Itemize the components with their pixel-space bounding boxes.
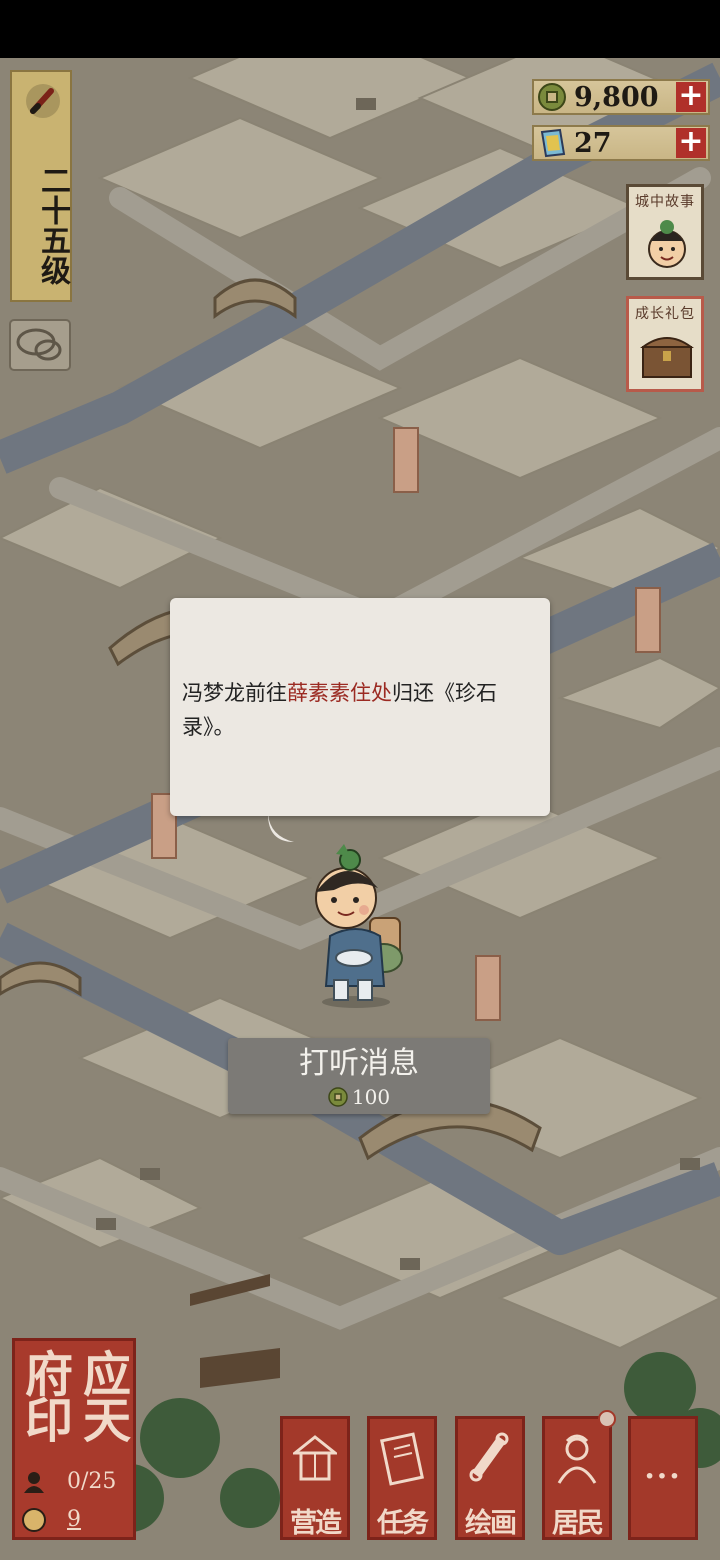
seal-count-row: 9 [21, 1505, 133, 1535]
build-label: 营造 [290, 1508, 342, 1539]
dialog-text: 冯梦龙前往薛素素住处归还《珍石录》。 [182, 676, 538, 744]
residents-label: 居民 [552, 1508, 604, 1539]
city-story-label: 城中故事 [635, 194, 695, 210]
add-coins-button[interactable]: + [676, 81, 706, 112]
inquire-cost: 100 [228, 1084, 490, 1110]
tasks-label: 任务 [377, 1508, 429, 1539]
face-icon [22, 1508, 46, 1532]
tasks-button[interactable]: 任务 [367, 1416, 437, 1540]
inquire-cost-value: 100 [351, 1085, 391, 1109]
yingtian-seal[interactable]: 应天府印 0/25 9 [12, 1338, 136, 1540]
seal-count-value: 9 [67, 1507, 81, 1532]
level-text: 二十五级 [35, 165, 70, 285]
coin-balance: 9,800 + [532, 79, 710, 115]
treasure-chest-icon [639, 337, 695, 378]
scroll-icon [469, 1432, 509, 1482]
pavilion-icon [293, 1435, 337, 1481]
inquire-news-button[interactable]: 打听消息 100 [228, 1038, 490, 1114]
boy-face-icon [648, 220, 686, 268]
book-icon [380, 1432, 424, 1486]
coin-value: 9,800 [574, 82, 659, 113]
city-story-button[interactable]: 城中故事 [626, 184, 704, 280]
residents-button[interactable]: 居民 [542, 1416, 612, 1540]
notification-dot [598, 1410, 616, 1428]
status-bar [0, 0, 720, 58]
resident-icon [24, 1472, 44, 1493]
chat-icon[interactable] [8, 318, 72, 372]
seal-residents-row: 0/25 [21, 1467, 133, 1497]
copper-coin-icon [538, 83, 566, 111]
dialog-bubble: 冯梦龙前往薛素素住处归还《珍石录》。 [170, 598, 550, 816]
card-balance: 27 + [532, 125, 710, 161]
level-banner[interactable]: 二十五级 [10, 70, 72, 302]
card-value: 27 [574, 128, 612, 159]
paint-button[interactable]: 绘画 [455, 1416, 525, 1540]
more-button[interactable]: ··· [628, 1416, 698, 1540]
growth-gift-button[interactable]: 成长礼包 [626, 296, 704, 392]
dialog-text-before: 冯梦龙前往 [182, 681, 287, 705]
add-cards-button[interactable]: + [676, 127, 706, 158]
dialog-location-highlight: 薛素素住处 [287, 681, 392, 705]
resident-portrait-icon [557, 1434, 597, 1484]
bubble-tail [268, 814, 294, 842]
brush-icon [26, 84, 60, 118]
seal-title: 应天府印 [16, 1349, 130, 1441]
scholar-character[interactable] [296, 840, 416, 1010]
inquire-title: 打听消息 [299, 1046, 419, 1081]
paint-label: 绘画 [465, 1508, 517, 1539]
painting-card-icon [540, 128, 566, 158]
seal-residents-value: 0/25 [67, 1469, 117, 1494]
copper-coin-icon [328, 1087, 348, 1107]
growth-gift-label: 成长礼包 [635, 306, 695, 322]
build-button[interactable]: 营造 [280, 1416, 350, 1540]
more-label: ··· [644, 1459, 682, 1494]
